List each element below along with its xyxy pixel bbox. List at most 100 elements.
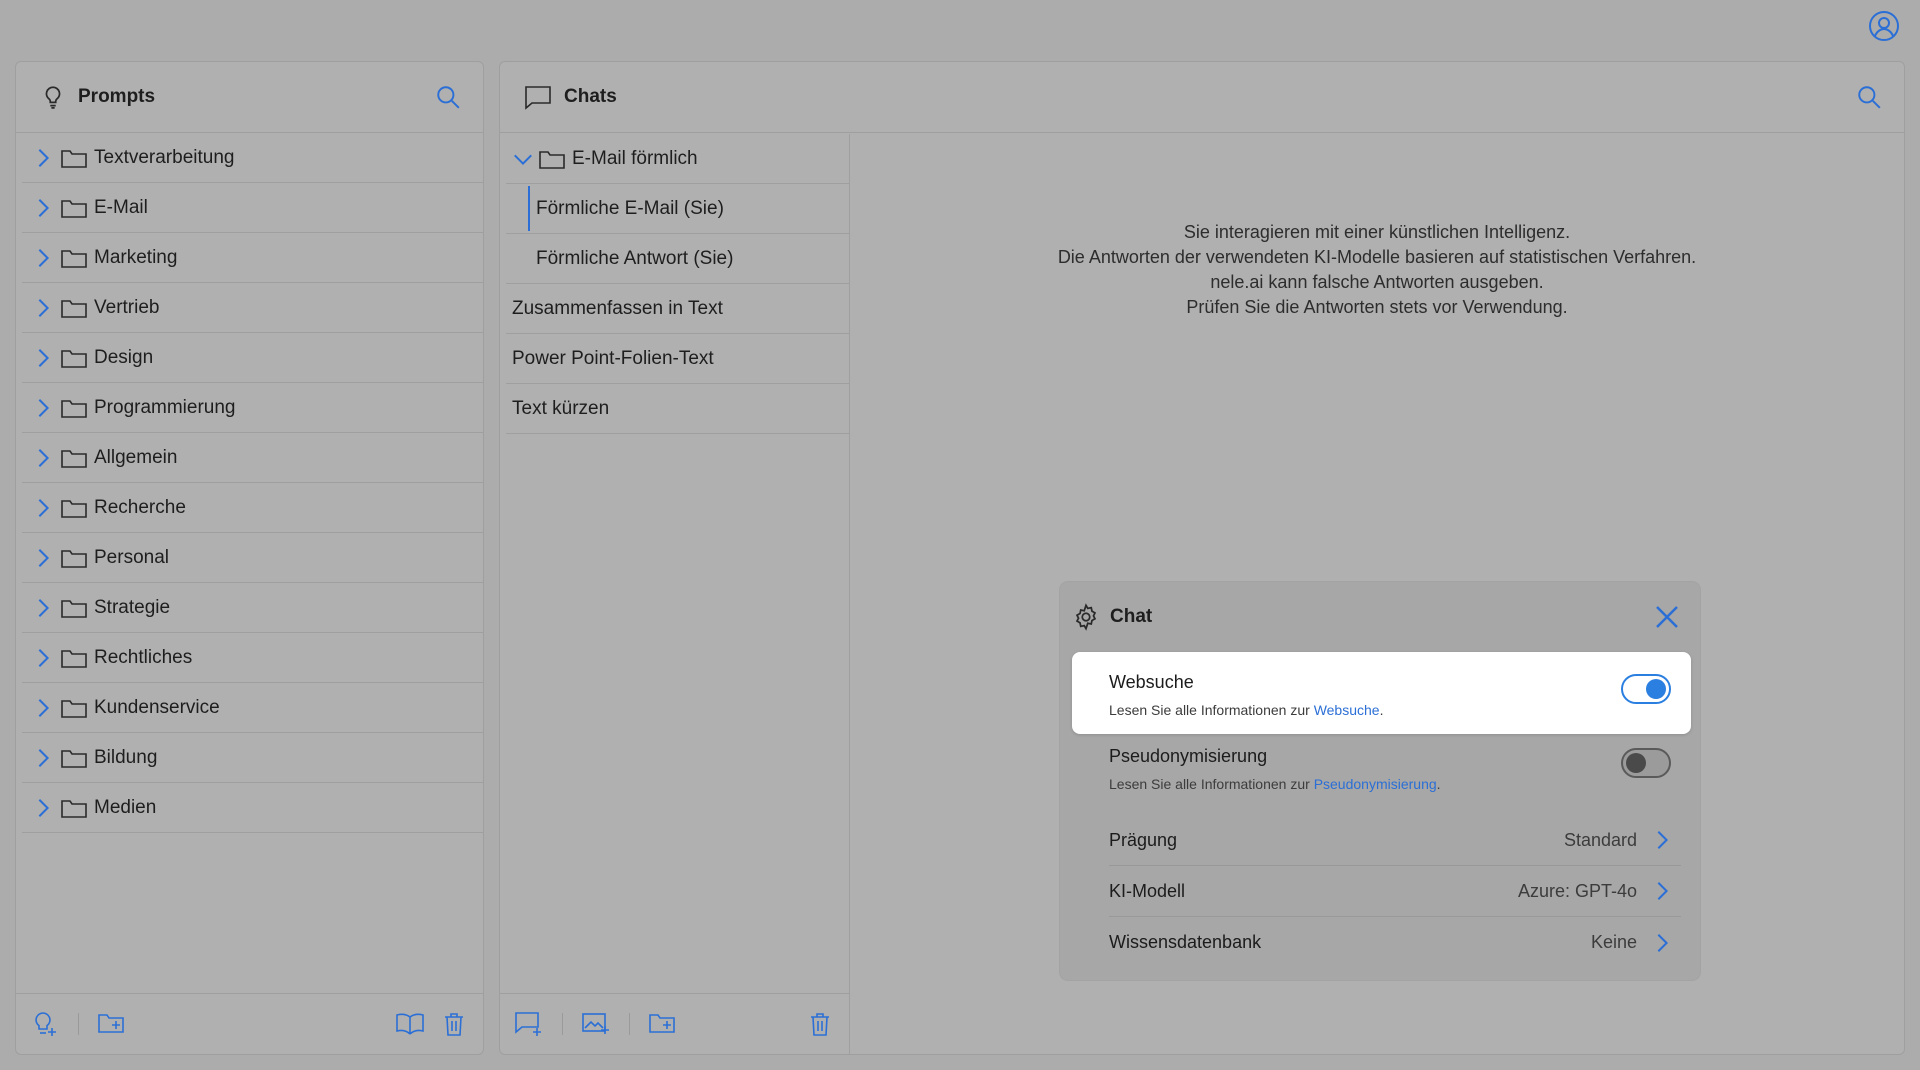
chat-item-label: Förmliche Antwort (Sie): [536, 247, 734, 269]
folder-label: Kundenservice: [94, 696, 220, 718]
prompt-folder-row[interactable]: Strategie: [22, 583, 483, 633]
chat-item-active[interactable]: Förmliche E-Mail (Sie): [506, 184, 849, 234]
chevron-right-icon[interactable]: [32, 297, 54, 319]
prompt-folder-row[interactable]: Textverarbeitung: [22, 133, 483, 183]
setting-value: Azure: GPT-4o: [1517, 880, 1637, 901]
chats-header: Chats: [500, 62, 1904, 133]
footer-divider: [562, 1013, 563, 1035]
search-icon[interactable]: [1856, 84, 1882, 110]
websuche-description: Lesen Sie alle Informationen zur Websuch…: [1109, 702, 1691, 718]
pseudonymisierung-link[interactable]: Pseudonymisierung: [1314, 776, 1437, 792]
chevron-right-icon[interactable]: [32, 747, 54, 769]
pseudonymisierung-setting: Pseudonymisierung Lesen Sie alle Informa…: [1072, 726, 1691, 808]
account-icon[interactable]: [1868, 10, 1900, 42]
chat-item[interactable]: Power Point-Folien-Text: [506, 334, 849, 384]
prompt-folder-row[interactable]: Rechtliches: [22, 633, 483, 683]
websuche-toggle[interactable]: [1621, 674, 1671, 704]
prompts-title: Prompts: [78, 86, 156, 107]
folder-label: Strategie: [94, 596, 171, 618]
wissensdatenbank-row[interactable]: Wissensdatenbank Keine: [1109, 917, 1681, 968]
popover-title: Chat: [1110, 606, 1153, 627]
trash-icon[interactable]: [805, 1009, 835, 1039]
folder-label: Bildung: [94, 746, 158, 768]
folder-icon: [60, 646, 88, 670]
prompts-footer: [16, 993, 483, 1054]
close-icon[interactable]: [1652, 602, 1682, 632]
chat-item[interactable]: Text kürzen: [506, 384, 849, 434]
toggle-knob: [1626, 753, 1646, 773]
chevron-right-icon[interactable]: [32, 447, 54, 469]
folder-icon: [60, 546, 88, 570]
folder-icon: [538, 147, 566, 171]
image-chat-icon[interactable]: [581, 1009, 611, 1039]
chevron-right-icon[interactable]: [32, 147, 54, 169]
folder-label: Programmierung: [94, 396, 236, 418]
prompt-folder-row[interactable]: Medien: [22, 783, 483, 833]
chat-folder-label: E-Mail förmlich: [572, 147, 698, 169]
chevron-right-icon: [1651, 829, 1673, 851]
chevron-down-icon[interactable]: [512, 148, 534, 170]
pseudonymisierung-desc-text: Lesen Sie alle Informationen zur: [1109, 776, 1314, 792]
folder-label: Design: [94, 346, 154, 368]
websuche-desc-suffix: .: [1379, 702, 1384, 718]
prompt-folder-row[interactable]: Marketing: [22, 233, 483, 283]
prompt-folder-row[interactable]: Design: [22, 333, 483, 383]
chevron-right-icon[interactable]: [32, 797, 54, 819]
library-icon[interactable]: [395, 1009, 425, 1039]
new-folder-icon[interactable]: [97, 1009, 127, 1039]
new-chat-icon[interactable]: [514, 1009, 544, 1039]
chevron-right-icon[interactable]: [32, 497, 54, 519]
prompt-folder-list: Textverarbeitung E-Mail Marketing Vertri…: [16, 133, 483, 833]
chevron-right-icon[interactable]: [32, 547, 54, 569]
chevron-right-icon[interactable]: [32, 597, 54, 619]
pseudonymisierung-description: Lesen Sie alle Informationen zur Pseudon…: [1109, 776, 1691, 792]
setting-label: KI-Modell: [1109, 880, 1186, 901]
chat-folder-row[interactable]: E-Mail förmlich: [506, 134, 849, 184]
footer-divider: [629, 1013, 630, 1035]
folder-icon: [60, 796, 88, 820]
chevron-right-icon[interactable]: [32, 247, 54, 269]
add-prompt-icon[interactable]: [30, 1009, 60, 1039]
setting-value: Standard: [1563, 829, 1637, 850]
folder-label: Allgemein: [94, 446, 178, 468]
pseudonymisierung-desc-suffix: .: [1436, 776, 1441, 792]
prompt-folder-row[interactable]: Kundenservice: [22, 683, 483, 733]
praegung-row[interactable]: Prägung Standard: [1109, 815, 1681, 866]
folder-icon: [60, 196, 88, 220]
new-folder-icon[interactable]: [648, 1009, 678, 1039]
prompts-panel: Prompts Textverarbeitung E-Mail Marketin…: [15, 61, 484, 1055]
prompt-folder-row[interactable]: E-Mail: [22, 183, 483, 233]
websuche-link[interactable]: Websuche: [1314, 702, 1380, 718]
chat-item-label: Text kürzen: [512, 397, 610, 419]
pseudonymisierung-toggle[interactable]: [1621, 748, 1671, 778]
prompt-folder-row[interactable]: Vertrieb: [22, 283, 483, 333]
chevron-right-icon[interactable]: [32, 647, 54, 669]
chat-settings-popover: Chat Websuche Lesen Sie alle Information…: [1060, 582, 1700, 980]
prompt-folder-row[interactable]: Programmierung: [22, 383, 483, 433]
trash-icon[interactable]: [439, 1009, 469, 1039]
prompt-folder-row[interactable]: Bildung: [22, 733, 483, 783]
folder-icon: [60, 396, 88, 420]
ki-modell-row[interactable]: KI-Modell Azure: GPT-4o: [1109, 866, 1681, 917]
folder-label: Medien: [94, 796, 157, 818]
search-icon[interactable]: [435, 84, 461, 110]
chat-item-label: Power Point-Folien-Text: [512, 347, 714, 369]
footer-divider: [78, 1013, 79, 1035]
chevron-right-icon[interactable]: [32, 197, 54, 219]
websuche-label: Websuche: [1109, 672, 1194, 692]
chat-list: E-Mail förmlich Förmliche E-Mail (Sie) F…: [500, 134, 850, 993]
chevron-right-icon[interactable]: [32, 347, 54, 369]
chevron-right-icon[interactable]: [32, 397, 54, 419]
folder-icon: [60, 246, 88, 270]
prompt-folder-row[interactable]: Personal: [22, 533, 483, 583]
chevron-right-icon[interactable]: [32, 697, 54, 719]
chat-item[interactable]: Förmliche Antwort (Sie): [506, 234, 849, 284]
folder-icon: [60, 596, 88, 620]
disclaimer-line: Prüfen Sie die Antworten stets vor Verwe…: [1186, 297, 1568, 317]
setting-label: Prägung: [1109, 829, 1178, 850]
folder-label: Marketing: [94, 246, 178, 268]
chats-footer: [500, 993, 850, 1054]
prompt-folder-row[interactable]: Allgemein: [22, 433, 483, 483]
prompt-folder-row[interactable]: Recherche: [22, 483, 483, 533]
chat-item[interactable]: Zusammenfassen in Text: [506, 284, 849, 334]
